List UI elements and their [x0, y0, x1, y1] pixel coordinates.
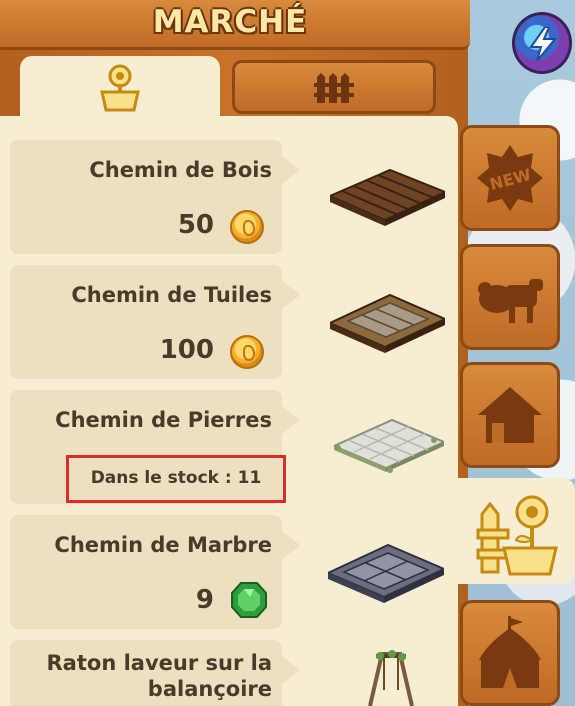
item-card-tile-path[interactable]: Chemin de Tuiles 100: [10, 265, 300, 379]
gem-icon: [231, 582, 267, 618]
item-card-wood-path[interactable]: Chemin de Bois 50: [10, 140, 300, 254]
energy-icon[interactable]: [512, 12, 572, 74]
side-tab-tents[interactable]: [460, 600, 560, 706]
stock-count: Dans le stock : 11: [90, 468, 262, 488]
item-name: Raton laveur sur la balançoire: [46, 651, 272, 701]
fence-icon: [314, 73, 354, 103]
item-name: Chemin de Bois: [89, 158, 272, 182]
item-price: 100: [159, 335, 214, 365]
animals-icon: [478, 279, 543, 323]
item-name: Chemin de Marbre: [54, 533, 272, 557]
item-card-marble-path[interactable]: Chemin de Marbre 9: [10, 515, 300, 629]
side-tab-new[interactable]: NEW: [460, 125, 560, 231]
title-plank: MARCHÉ: [0, 0, 470, 50]
flower-pot-icon: [100, 64, 140, 112]
coin-icon: [230, 335, 264, 369]
tab-decoration[interactable]: [20, 56, 220, 118]
marble-path-image: [328, 543, 444, 603]
tent-icon: [479, 616, 541, 688]
item-price: 9: [195, 585, 214, 615]
side-tab-decorations[interactable]: [458, 478, 575, 584]
stock-highlight: Dans le stock : 11: [66, 455, 286, 503]
item-name: Chemin de Tuiles: [71, 283, 272, 307]
item-card-raccoon-swing[interactable]: Raton laveur sur la balançoire: [10, 640, 300, 706]
stone-path-image: [334, 418, 444, 473]
item-price: 50: [177, 210, 214, 240]
coin-icon: [230, 210, 264, 244]
raccoon-swing-image: [368, 650, 414, 706]
new-badge-icon: NEW: [477, 145, 543, 211]
house-icon: [478, 387, 542, 443]
side-tab-buildings[interactable]: [460, 362, 560, 468]
side-tab-animals[interactable]: [460, 244, 560, 350]
page-title: MARCHÉ: [152, 4, 308, 40]
tile-path-image: [330, 293, 445, 353]
flower-pot-fence-icon: [476, 495, 558, 576]
wood-path-image: [330, 168, 445, 226]
tab-fences[interactable]: [232, 60, 436, 114]
item-name: Chemin de Pierres: [55, 408, 272, 432]
